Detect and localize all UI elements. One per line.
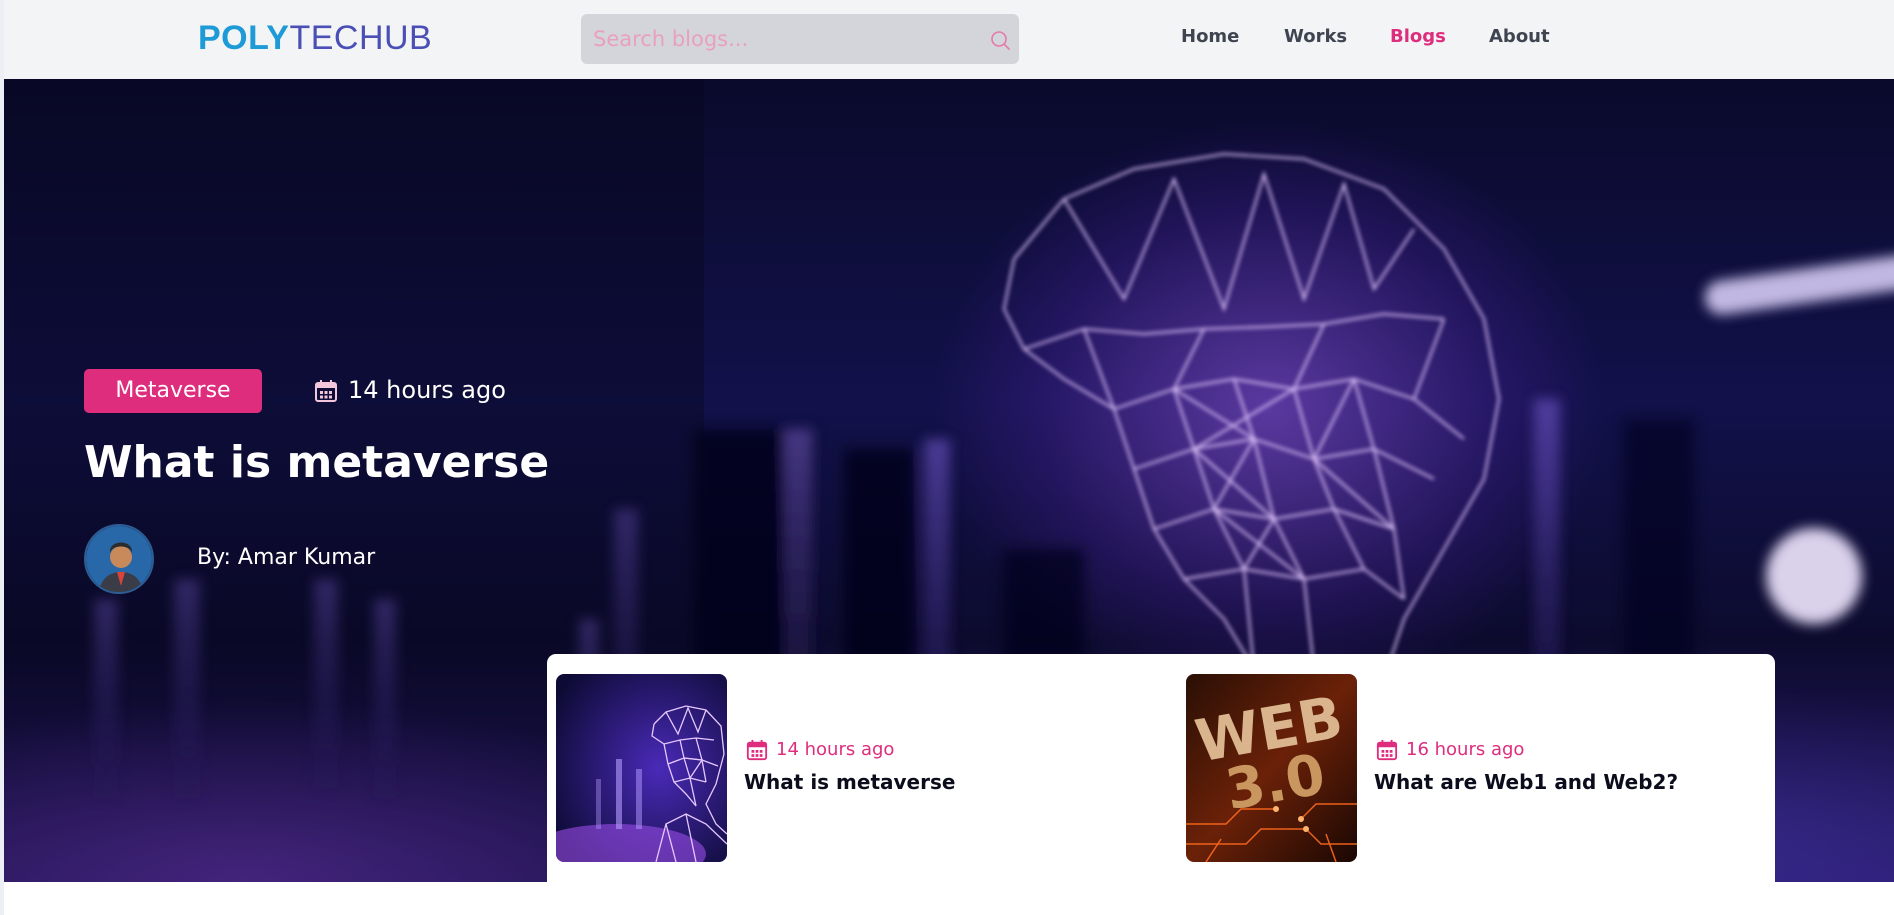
- post-date-text: 16 hours ago: [1406, 739, 1525, 760]
- calendar-icon: [315, 380, 337, 402]
- post-card[interactable]: WEB 3.0 16 hours ago What are Web1 and W…: [1186, 674, 1746, 864]
- recent-posts-panel: 14 hours ago What is metaverse WEB 3.0 1…: [547, 654, 1775, 894]
- calendar-icon: [1376, 739, 1398, 761]
- category-tag[interactable]: Metaverse: [84, 369, 262, 413]
- post-title[interactable]: What is metaverse: [744, 768, 955, 796]
- logo-techub: TECHUB: [289, 19, 433, 57]
- nav-blogs[interactable]: Blogs: [1390, 26, 1446, 47]
- hero-title[interactable]: What is metaverse: [84, 435, 549, 491]
- nav-home[interactable]: Home: [1181, 26, 1239, 47]
- site-logo[interactable]: POLYTECHUB: [198, 19, 432, 57]
- web-3-0-circuit-thumbnail: WEB 3.0: [1186, 674, 1357, 862]
- post-title[interactable]: What are Web1 and Web2?: [1374, 768, 1678, 796]
- avatar: [84, 524, 154, 594]
- search-bar: [581, 14, 1019, 64]
- post-thumbnail[interactable]: [556, 674, 727, 862]
- author-name[interactable]: By: Amar Kumar: [197, 543, 375, 573]
- logo-poly: POLY: [198, 19, 290, 57]
- hero-date-text: 14 hours ago: [348, 376, 506, 404]
- nav-about[interactable]: About: [1489, 26, 1550, 47]
- post-card[interactable]: 14 hours ago What is metaverse: [556, 674, 1116, 864]
- metaverse-vr-wireframe-thumbnail: [556, 674, 727, 862]
- post-thumbnail[interactable]: WEB 3.0: [1186, 674, 1357, 862]
- site-header: POLYTECHUB Home Works Blogs About: [4, 0, 1894, 79]
- calendar-icon: [746, 739, 768, 761]
- search-input[interactable]: [581, 14, 961, 64]
- nav-works[interactable]: Works: [1284, 26, 1347, 47]
- post-date-text: 14 hours ago: [776, 739, 895, 760]
- search-icon[interactable]: [989, 29, 1011, 51]
